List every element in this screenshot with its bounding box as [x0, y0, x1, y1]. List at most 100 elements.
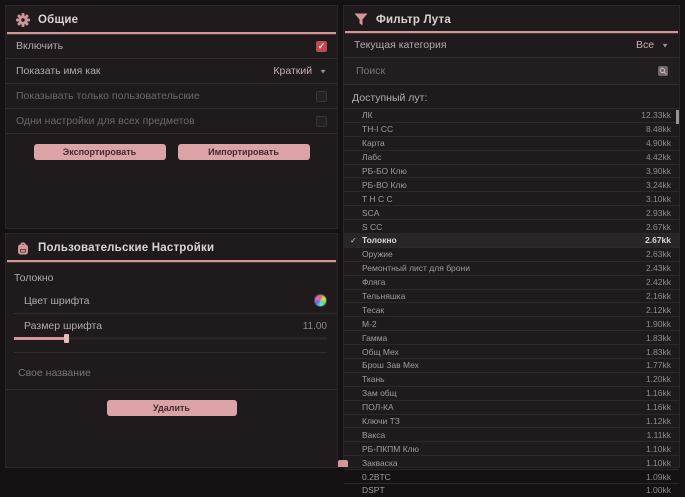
item-name: Т Н С С: [362, 194, 646, 204]
category-row: Текущая категория Все ▼: [344, 33, 679, 58]
item-value: 2.67kk: [645, 235, 671, 245]
only-custom-checkbox[interactable]: [316, 91, 327, 102]
delete-button[interactable]: Удалить: [107, 400, 237, 416]
item-name: Закваска: [362, 458, 646, 468]
item-name: Ключи ТЗ: [362, 416, 646, 426]
loot-list-item[interactable]: Зам общ 1.16kk: [344, 386, 679, 400]
loot-list-item[interactable]: Лабс 4.42kk: [344, 150, 679, 164]
only-custom-row: Показывать только пользовательские: [6, 84, 337, 109]
item-value: 1.10kk: [646, 458, 671, 468]
item-name: Ткань: [362, 374, 646, 384]
name-display-row: Показать имя как Краткий ▼: [6, 59, 337, 84]
custom-settings-panel: Пользовательские Настройки Толокно Цвет …: [5, 233, 338, 468]
loot-list-item[interactable]: РБ-ПКПМ Клю 1.10kk: [344, 441, 679, 455]
name-display-label: Показать имя как: [16, 65, 101, 77]
item-value: 12.33kk: [641, 110, 671, 120]
item-value: 1.16kk: [646, 402, 671, 412]
item-name: S СС: [362, 222, 646, 232]
item-name: Вакса: [362, 430, 647, 440]
loot-list-item[interactable]: ТН-I СС 8.48kk: [344, 122, 679, 136]
loot-list-item[interactable]: РБ-БО Клю 3.90kk: [344, 164, 679, 178]
item-name: РБ-ПКПМ Клю: [362, 444, 646, 454]
loot-list-item[interactable]: ЛК 12.33kk: [344, 108, 679, 122]
item-value: 1.83kk: [646, 333, 671, 343]
same-settings-row: Одни настройки для всех предметов: [6, 109, 337, 134]
item-value: 2.42kk: [646, 277, 671, 287]
loot-list-item[interactable]: Карта 4.90kk: [344, 136, 679, 150]
loot-filter-title: Фильтр Лута: [376, 14, 451, 26]
font-size-slider[interactable]: [14, 334, 327, 353]
loot-list-item[interactable]: Закваска 1.10kk: [344, 455, 679, 469]
category-select[interactable]: Все ▼: [636, 39, 669, 51]
loot-list-item[interactable]: Вакса 1.11kk: [344, 427, 679, 441]
font-color-row: Цвет шрифта: [14, 288, 337, 314]
loot-list-item[interactable]: Гамма 1.83kk: [344, 330, 679, 344]
loot-list-item[interactable]: Общ Мех 1.83kk: [344, 344, 679, 358]
item-name: РБ-ВО Клю: [362, 180, 646, 190]
loot-list-item[interactable]: Ремонтный лист для брони 2.43kk: [344, 261, 679, 275]
general-panel-title: Общие: [38, 14, 78, 26]
export-import-row: Экспортировать Импортировать: [6, 134, 337, 160]
funnel-icon: [354, 13, 368, 26]
name-display-value: Краткий: [273, 65, 312, 77]
import-button[interactable]: Импортировать: [178, 144, 310, 160]
loot-list-item[interactable]: Тельняшка 2.16kk: [344, 289, 679, 303]
search-input[interactable]: [354, 64, 657, 78]
item-value: 1.83kk: [646, 347, 671, 357]
slider-fill: [14, 337, 64, 340]
export-button[interactable]: Экспортировать: [34, 144, 166, 160]
same-settings-checkbox[interactable]: [316, 116, 327, 127]
item-value: 2.93kk: [646, 208, 671, 218]
loot-list: ЛК 12.33kk ТН-I СС 8.48kk Карта 4.90kk Л…: [344, 108, 679, 497]
general-panel: Общие Включить ✓ Показать имя как Кратки…: [5, 5, 338, 229]
custom-name-input[interactable]: [16, 366, 331, 380]
loot-list-item[interactable]: Фляга 2.42kk: [344, 275, 679, 289]
loot-list-item[interactable]: ПОЛ-КА 1.16kk: [344, 400, 679, 414]
loot-list-item[interactable]: Брош Зав Мех 1.77kk: [344, 358, 679, 372]
item-value: 4.42kk: [646, 152, 671, 162]
item-name: ПОЛ-КА: [362, 402, 646, 412]
backpack-icon: [16, 241, 30, 255]
window-drag-handle[interactable]: [338, 460, 348, 467]
loot-filter-panel: Фильтр Лута Текущая категория Все ▼ Дост…: [343, 5, 680, 468]
loot-list-item[interactable]: Ключи ТЗ 1.12kk: [344, 414, 679, 428]
color-picker-icon[interactable]: [314, 294, 327, 307]
general-header: Общие: [6, 6, 337, 32]
gear-icon: [16, 13, 30, 27]
item-name: SCA: [362, 208, 646, 218]
item-value: 3.24kk: [646, 180, 671, 190]
item-name: 0.2BTC: [362, 472, 646, 482]
item-value: 1.77kk: [646, 360, 671, 370]
loot-list-item[interactable]: Ткань 1.20kk: [344, 372, 679, 386]
loot-list-item[interactable]: SCA 2.93kk: [344, 205, 679, 219]
enable-checkbox[interactable]: ✓: [316, 41, 327, 52]
item-name: Гамма: [362, 333, 646, 343]
available-loot-label: Доступный лут:: [344, 85, 679, 108]
loot-list-item[interactable]: ✓ Толокно 2.67kk: [344, 233, 679, 247]
loot-list-item[interactable]: DSPT 1.00kk: [344, 483, 679, 497]
loot-list-item[interactable]: М-2 1.90kk: [344, 316, 679, 330]
loot-list-item[interactable]: Оружие 2.63kk: [344, 247, 679, 261]
loot-list-item[interactable]: S СС 2.67kk: [344, 219, 679, 233]
enable-row: Включить ✓: [6, 34, 337, 59]
item-name: Фляга: [362, 277, 646, 287]
item-name: М-2: [362, 319, 646, 329]
loot-list-item[interactable]: Т Н С С 3.10kk: [344, 191, 679, 205]
name-display-select[interactable]: Краткий ▼: [273, 65, 327, 77]
search-icon[interactable]: [657, 65, 669, 77]
item-value: 1.90kk: [646, 319, 671, 329]
item-value: 1.16kk: [646, 388, 671, 398]
slider-thumb[interactable]: [64, 334, 69, 343]
chevron-down-icon: ▼: [661, 41, 669, 48]
item-name: Брош Зав Мех: [362, 360, 646, 370]
loot-list-item[interactable]: РБ-ВО Клю 3.24kk: [344, 177, 679, 191]
scrollbar-thumb[interactable]: [676, 110, 679, 124]
item-name: ТН-I СС: [362, 124, 646, 134]
item-name: Тельняшка: [362, 291, 646, 301]
chevron-down-icon: ▼: [319, 67, 327, 74]
loot-list-item[interactable]: Тесак 2.12kk: [344, 302, 679, 316]
item-name: Тесак: [362, 305, 646, 315]
custom-settings-header: Пользовательские Настройки: [6, 234, 337, 260]
item-name: Зам общ: [362, 388, 646, 398]
loot-list-item[interactable]: 0.2BTC 1.09kk: [344, 469, 679, 483]
